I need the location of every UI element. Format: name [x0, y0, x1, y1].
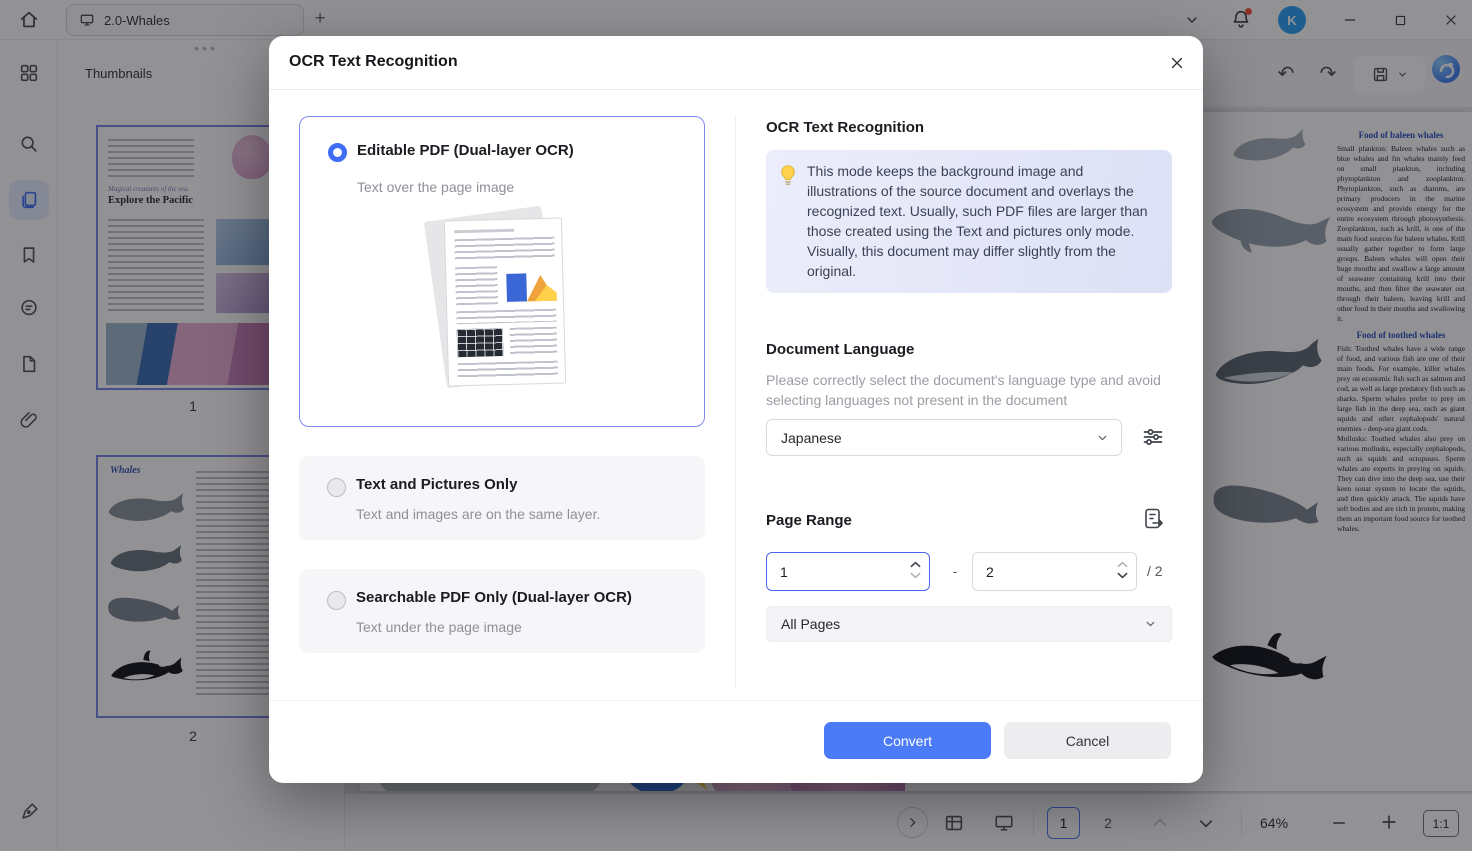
page-range-settings-button[interactable] [1141, 506, 1167, 532]
ocr-dialog: OCR Text Recognition Editable PDF (Dual-… [269, 36, 1203, 783]
mode-label: Searchable PDF Only (Dual-layer OCR) [356, 589, 632, 606]
page-range-heading: Page Range [766, 512, 852, 529]
dialog-title: OCR Text Recognition [289, 53, 458, 70]
radio-unselected[interactable] [327, 478, 346, 497]
info-text: This mode keeps the background image and… [807, 163, 1148, 279]
stepper-up-icon[interactable] [1117, 561, 1128, 568]
text-placeholder-lines [455, 266, 499, 306]
page-scope-select[interactable]: All Pages [766, 606, 1172, 642]
dialog-header: OCR Text Recognition [269, 36, 1203, 90]
mode-description: Text and images are on the same layer. [356, 506, 601, 522]
table-illustration [456, 328, 504, 358]
page-range-to-field[interactable] [972, 552, 1137, 591]
radio-selected[interactable] [328, 143, 347, 162]
info-box: This mode keeps the background image and… [766, 150, 1172, 293]
chevron-down-icon [1144, 618, 1157, 631]
mode-option-text-pictures[interactable]: Text and Pictures Only Text and images a… [299, 456, 705, 540]
mode-description: Text over the page image [357, 179, 515, 195]
dialog-close-button[interactable] [1165, 51, 1189, 75]
stepper-down-icon[interactable] [1117, 572, 1128, 579]
radio-unselected[interactable] [327, 591, 346, 610]
page-range-from-field[interactable] [766, 552, 930, 591]
text-placeholder-lines [456, 308, 557, 325]
mode-option-editable-pdf[interactable]: Editable PDF (Dual-layer OCR) Text over … [299, 116, 705, 427]
language-settings-button[interactable] [1141, 425, 1165, 449]
sliders-icon [1141, 425, 1165, 449]
text-placeholder-lines [457, 360, 558, 379]
language-heading: Document Language [766, 341, 915, 358]
page-range-from-input[interactable] [767, 553, 929, 590]
stepper [1117, 561, 1128, 579]
language-select[interactable]: Japanese [766, 419, 1122, 456]
convert-button[interactable]: Convert [824, 722, 991, 759]
page-range-to-input[interactable] [973, 553, 1136, 590]
mode-illustration [423, 205, 576, 393]
stepper-up-icon[interactable] [910, 561, 921, 568]
mode-option-searchable-pdf[interactable]: Searchable PDF Only (Dual-layer OCR) Tex… [299, 569, 705, 653]
mode-description: Text under the page image [356, 619, 522, 635]
stepper [910, 561, 921, 579]
language-value: Japanese [781, 429, 842, 446]
page-extract-icon [1141, 506, 1167, 532]
language-hint: Please correctly select the document's l… [766, 372, 1161, 408]
illustration-front-page [443, 217, 567, 387]
stepper-down-icon[interactable] [910, 572, 921, 579]
lightbulb-icon [779, 164, 797, 188]
range-total: / 2 [1147, 563, 1163, 579]
column-divider [735, 116, 736, 688]
close-icon [1168, 54, 1186, 72]
footer-divider [269, 700, 1203, 701]
panel-heading: OCR Text Recognition [766, 119, 925, 136]
text-placeholder-lines [454, 236, 555, 262]
app-window: 2.0-Whales + K ↶ ↷ ••• Thumbnails Magica… [0, 0, 1472, 851]
text-placeholder-lines [509, 326, 558, 356]
text-placeholder-lines [454, 228, 515, 234]
chart-illustration [504, 263, 557, 304]
mode-label: Text and Pictures Only [356, 476, 518, 493]
cancel-button[interactable]: Cancel [1004, 722, 1171, 759]
range-separator: - [952, 563, 958, 579]
chevron-down-icon [1096, 431, 1109, 444]
mode-label: Editable PDF (Dual-layer OCR) [357, 142, 574, 159]
page-scope-value: All Pages [781, 616, 841, 632]
